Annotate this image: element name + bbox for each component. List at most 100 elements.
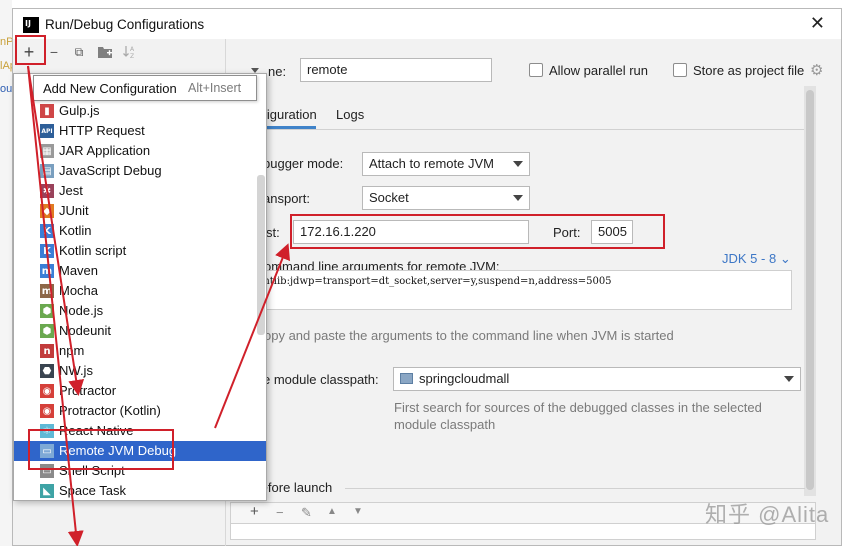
config-type-label: JAR Application [59,143,151,158]
copy-configuration-icon[interactable]: ⧉ [68,41,90,63]
edit-task-icon[interactable]: ✎ [301,505,312,521]
config-type-item[interactable]: m Maven [14,261,266,281]
transport-label: ansport: [263,191,310,206]
config-type-item[interactable]: ⬣ NW.js [14,361,266,381]
transport-select[interactable]: Socket [362,186,530,210]
tab-logs[interactable]: Logs [336,107,364,122]
dialog-title: Run/Debug Configurations [45,17,205,32]
gulp-icon: ▮ [40,104,54,118]
config-type-label: Kotlin [59,223,92,238]
config-type-item[interactable]: API HTTP Request [14,121,266,141]
move-up-icon[interactable]: ▲ [327,506,337,517]
module-classpath-label: e module classpath: [263,372,379,387]
npm-icon: n [40,344,54,358]
gear-icon[interactable]: ⚙ [810,61,823,79]
chevron-down-icon [513,195,523,201]
popup-scrollbar-thumb[interactable] [257,175,265,335]
config-type-item[interactable]: K Kotlin script [14,241,266,261]
move-down-icon[interactable]: ▼ [353,506,363,517]
config-type-label: npm [59,343,85,358]
store-as-project-checkbox[interactable] [673,63,687,77]
highlight-add-button [15,35,46,65]
allow-parallel-checkbox[interactable] [529,63,543,77]
config-type-label: Nodeunit [59,323,112,338]
before-launch-divider [345,488,805,489]
add-configuration-tooltip: Add New Configuration Alt+Insert [33,75,257,101]
intellij-logo-icon: IJ [23,17,39,33]
module-icon [400,373,413,384]
config-type-label: HTTP Request [59,123,145,138]
config-type-item[interactable]: ▤ JavaScript Debug [14,161,266,181]
remove-task-button[interactable]: − [276,505,284,520]
debugger-mode-label: bugger mode: [263,156,344,171]
junit-icon: ◆ [40,204,54,218]
config-type-label: Node.js [59,303,104,318]
config-type-label: JavaScript Debug [59,163,162,178]
config-type-item[interactable]: ◆ JUnit [14,201,266,221]
transport-value: Socket [369,190,409,205]
tab-divider [230,129,804,130]
tooltip-title: Add New Configuration [43,81,177,96]
api-icon: API [40,124,54,138]
add-task-button[interactable]: + [250,503,259,520]
nodeunit-icon: ⬢ [40,324,54,338]
config-type-item[interactable]: n npm [14,341,266,361]
config-type-item[interactable]: m Mocha [14,281,266,301]
space-icon: ◣ [40,484,54,498]
sort-configurations-icon[interactable]: AZ [119,41,141,63]
new-folder-icon[interactable] [94,41,116,63]
background-editor-edge: nPo lAp oul [0,0,20,546]
module-hint-line-1: First search for sources of the debugged… [394,400,762,415]
mocha-icon: m [40,284,54,298]
config-type-item[interactable]: ◉ Protractor [14,381,266,401]
config-type-item[interactable]: ▮ Gulp.js [14,101,266,121]
config-type-item[interactable]: ✱ Jest [14,181,266,201]
jar-icon: ▦ [40,144,54,158]
debugger-mode-value: Attach to remote JVM [369,156,494,171]
panel-scrollbar-thumb[interactable] [806,90,814,490]
maven-icon: m [40,264,54,278]
config-type-label: NW.js [59,363,93,378]
config-type-item[interactable]: ◉ Protractor (Kotlin) [14,401,266,421]
close-icon[interactable]: ✕ [810,13,825,34]
store-as-project-label: Store as project file [693,63,805,78]
nodejs-icon: ⬢ [40,304,54,318]
config-type-item[interactable]: ⬢ Node.js [14,301,266,321]
config-type-label: Gulp.js [59,103,100,118]
chevron-down-icon: ⌄ [779,251,791,266]
jdk-version-dropdown[interactable]: JDK 5 - 8 ⌄ [722,251,791,267]
watermark: 知乎 @Alita [705,502,830,527]
config-type-label: Protractor (Kotlin) [59,403,161,418]
nwjs-icon: ⬣ [40,364,54,378]
jest-icon: ✱ [40,184,54,198]
highlight-remote-jvm-debug [28,429,174,470]
module-classpath-value: springcloudmall [419,371,510,386]
config-type-item[interactable]: K Kotlin [14,221,266,241]
remove-configuration-button[interactable]: − [43,41,65,63]
config-type-label: Jest [59,183,83,198]
module-classpath-select[interactable]: springcloudmall [393,367,801,391]
protractor-kotlin-icon: ◉ [40,404,54,418]
config-type-label: Kotlin script [59,243,127,258]
chevron-down-icon [513,161,523,167]
cmd-args-field[interactable]: gentlib:jdwp=transport=dt_socket,server=… [244,270,792,310]
config-type-item[interactable]: ⬢ Nodeunit [14,321,266,341]
name-input[interactable]: remote [300,58,492,82]
copy-args-hint: opy and paste the arguments to the comma… [264,328,674,343]
title-bar: IJ Run/Debug Configurations ✕ [13,9,841,39]
config-type-label: Protractor [59,383,117,398]
config-type-label: Mocha [59,283,99,298]
config-type-item[interactable]: ▦ JAR Application [14,141,266,161]
svg-text:A: A [130,46,135,53]
config-type-label: Maven [59,263,99,278]
tooltip-shortcut: Alt+Insert [188,81,242,95]
protractor-icon: ◉ [40,384,54,398]
debugger-mode-select[interactable]: Attach to remote JVM [362,152,530,176]
allow-parallel-label: Allow parallel run [549,63,648,78]
config-type-item[interactable]: ◣ Space Task [14,481,266,501]
config-type-label: Space Task [59,483,126,498]
kotlin-icon: K [40,224,54,238]
host-label: st: [266,225,280,240]
chevron-down-icon [784,376,794,382]
highlight-host-port [290,214,665,249]
